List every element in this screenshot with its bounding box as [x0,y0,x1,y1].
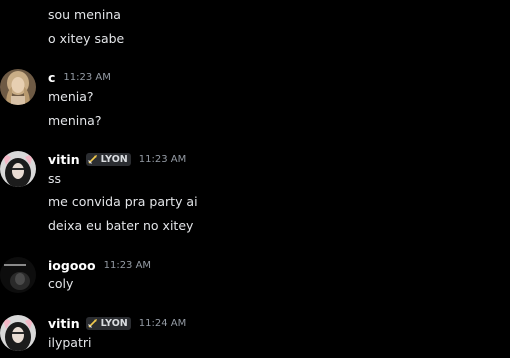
avatar-c[interactable] [0,69,36,105]
timestamp[interactable]: 11:23 AM [104,260,151,271]
sword-icon [87,319,97,328]
sword-icon [87,155,97,164]
avatar-iogooo[interactable] [0,257,36,293]
guild-tag[interactable]: LYON [85,152,131,166]
message-text: sou menina [48,7,121,22]
avatar-vitin[interactable] [0,151,36,187]
username[interactable]: iogooo [48,258,96,273]
message-header: iogooo 11:23 AM [48,257,151,273]
message-text: coly [48,276,74,291]
chat-message-list[interactable]: sou menina o xitey sabe c 11:23 AM menia… [0,0,510,358]
guild-tag-label: LYON [100,317,128,329]
username[interactable]: vitin [48,152,80,167]
message-text: ilypatri [48,335,92,350]
message-header: vitin LYON 11:23 AM [48,151,186,167]
avatar-vitin[interactable] [0,315,36,351]
message-text: menia? [48,89,94,104]
message-text: ss [48,171,62,186]
guild-tag[interactable]: LYON [85,316,131,330]
message-text: menina? [48,113,102,128]
guild-tag-label: LYON [100,153,128,165]
message-header: c 11:23 AM [48,69,111,85]
timestamp[interactable]: 11:23 AM [63,72,110,83]
username[interactable]: vitin [48,316,80,331]
message-text: me convida pra party ai [48,194,198,209]
message-header: vitin LYON 11:24 AM [48,315,186,331]
message-text: deixa eu bater no xitey [48,218,194,233]
timestamp[interactable]: 11:24 AM [139,318,186,329]
message-text: o xitey sabe [48,31,125,46]
username[interactable]: c [48,70,55,85]
timestamp[interactable]: 11:23 AM [139,154,186,165]
